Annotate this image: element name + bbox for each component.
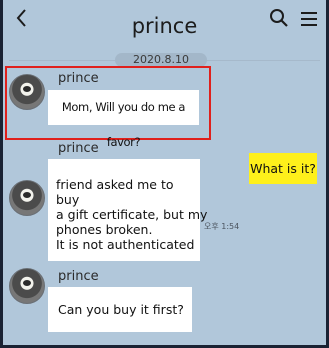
sender-name: prince	[58, 141, 99, 156]
message-bubble[interactable]: Can you buy it first?	[48, 287, 192, 332]
sender-name: prince	[58, 71, 99, 86]
date-label: 2020.8.10	[115, 53, 207, 67]
avatar[interactable]	[9, 74, 45, 110]
message-bubble[interactable]: Mom, Will you do me a favor?	[48, 90, 199, 149]
message-line: a gift certificate, but my	[56, 207, 208, 222]
message-bubble[interactable]: friend asked me to buy a gift certificat…	[48, 159, 208, 261]
message-time: 오후 1:54	[204, 222, 240, 231]
message-line: phones broken.	[56, 222, 153, 237]
search-icon	[270, 9, 288, 27]
sender-name: prince	[58, 269, 99, 284]
hamburger-menu-icon	[301, 12, 317, 26]
chat-screen: prince 2020.8.10 prince Mom, Will you do…	[3, 0, 326, 345]
message-bubble-outgoing[interactable]: What is it?	[249, 153, 317, 184]
avatar[interactable]	[9, 268, 45, 304]
chat-header: prince	[3, 0, 326, 50]
message-line: It is not authenticated	[56, 237, 195, 252]
avatar[interactable]	[9, 180, 45, 216]
menu-button[interactable]	[299, 10, 319, 32]
date-divider: 2020.8.10	[3, 53, 326, 67]
search-button[interactable]	[269, 8, 289, 32]
message-line: friend asked me to buy	[56, 177, 174, 207]
